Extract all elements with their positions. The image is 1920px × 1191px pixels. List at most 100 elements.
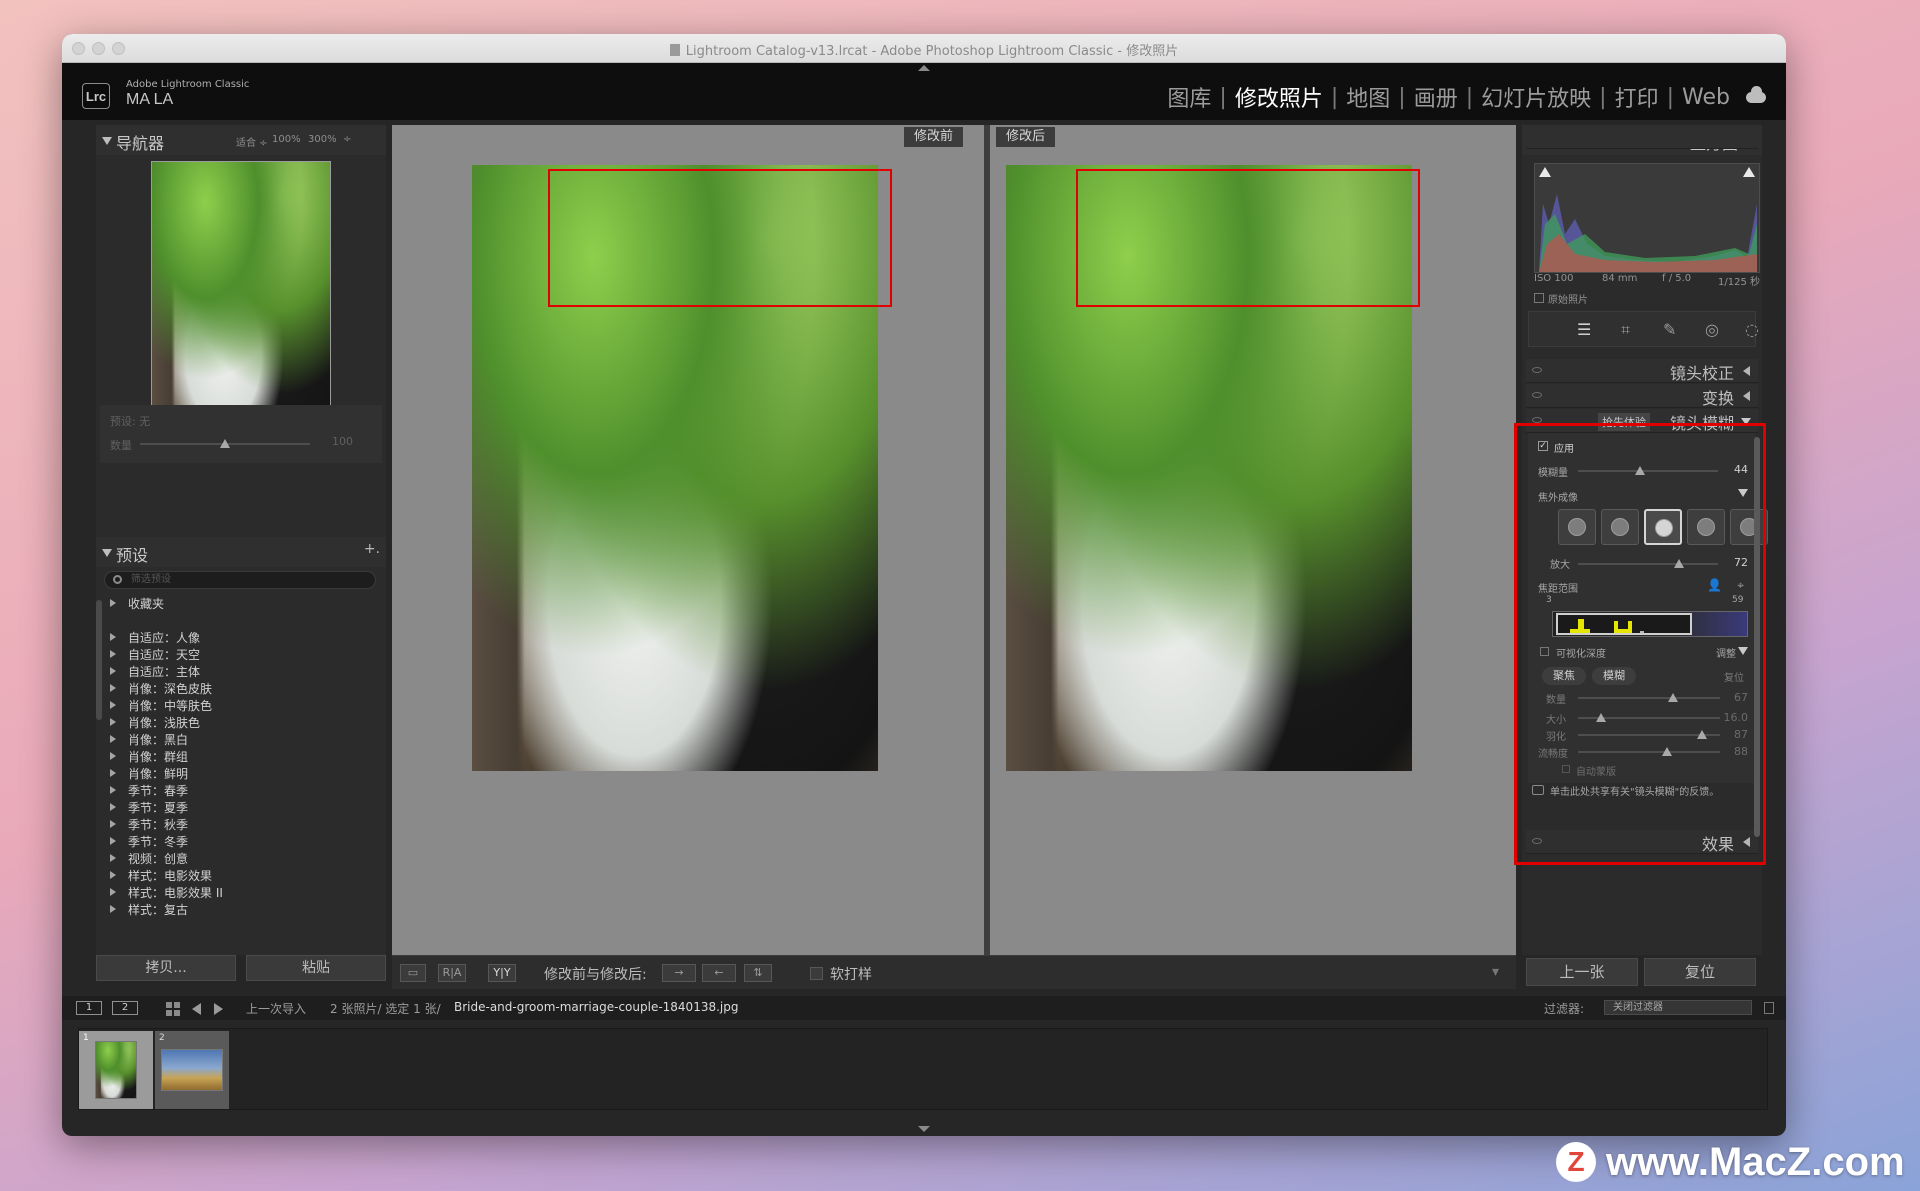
preset-folder[interactable]: 季节：冬季 (110, 833, 188, 851)
copy-before-to-after-button[interactable]: → (662, 964, 696, 982)
loupe-view-button[interactable]: ▭ (400, 964, 426, 982)
section-lens-correction[interactable]: 镜头校正 (1526, 359, 1758, 383)
eye-icon[interactable] (1532, 367, 1542, 373)
copy-button[interactable]: 拷贝... (96, 955, 236, 981)
expand-arrow-icon[interactable] (1743, 391, 1750, 401)
source-label[interactable]: 上一次导入 (246, 1000, 306, 1017)
main-window-button[interactable]: 1 (76, 1001, 102, 1015)
swap-button[interactable]: ⇅ (744, 964, 772, 982)
zoom-100[interactable]: 100% (272, 134, 301, 145)
module-6[interactable]: Web (1678, 85, 1734, 110)
filter-lock-icon[interactable] (1764, 1002, 1774, 1014)
before-after-ra-button[interactable]: R|A (438, 964, 466, 982)
preset-folder[interactable]: 肖像：群组 (110, 748, 188, 766)
zoom-fit[interactable]: 适合 ÷ (236, 134, 268, 149)
copy-after-to-before-button[interactable]: ← (702, 964, 736, 982)
after-photo[interactable] (1006, 165, 1420, 771)
module-4[interactable]: 幻灯片放映 (1477, 81, 1595, 113)
preset-folder[interactable]: 自适应：天空 (110, 646, 200, 664)
expand-triangle-icon[interactable] (110, 667, 116, 675)
file-name[interactable]: Bride-and-groom-marriage-couple-1840138.… (454, 1000, 738, 1014)
preset-folder[interactable]: 季节：夏季 (110, 799, 188, 817)
back-arrow-icon[interactable] (192, 1003, 201, 1015)
before-photo[interactable] (472, 165, 892, 771)
module-0[interactable]: 图库 (1163, 81, 1215, 113)
expand-triangle-icon[interactable] (110, 684, 116, 692)
expand-triangle-icon[interactable] (110, 633, 116, 641)
module-1[interactable]: 修改照片 (1231, 81, 1327, 113)
before-after-yy-button[interactable]: Y|Y (488, 964, 516, 982)
expand-triangle-icon[interactable] (110, 905, 116, 913)
reset-button[interactable]: 复位 (1644, 958, 1756, 986)
slider-knob[interactable] (220, 439, 230, 448)
preset-folder[interactable]: 肖像：浅肤色 (110, 714, 200, 732)
forward-arrow-icon[interactable] (214, 1003, 223, 1015)
filmstrip-cell[interactable]: 1 (79, 1031, 153, 1109)
preset-amount-slider[interactable] (140, 439, 310, 448)
preset-folder[interactable]: 自适应：人像 (110, 629, 200, 647)
secondary-window-button[interactable]: 2 (112, 1001, 138, 1015)
paste-button[interactable]: 粘贴 (246, 955, 386, 981)
navigator-header[interactable]: 导航器 适合 ÷ 100% 300% ÷ (96, 125, 386, 155)
top-panel-toggle-icon[interactable] (918, 65, 930, 71)
presets-header[interactable]: 预设 +. (96, 537, 386, 567)
bottom-panel-toggle-icon[interactable] (918, 1126, 930, 1132)
preset-folder[interactable]: 肖像：黑白 (110, 731, 188, 749)
expand-triangle-icon[interactable] (110, 820, 116, 828)
expand-triangle-icon[interactable] (110, 786, 116, 794)
preset-folder[interactable]: 收藏夹 (110, 595, 164, 613)
expand-triangle-icon[interactable] (110, 752, 116, 760)
masking-icon[interactable]: ◌ (1745, 320, 1759, 339)
softproof-checkbox[interactable] (810, 967, 823, 980)
preset-folder[interactable]: 样式：复古 (110, 901, 188, 919)
expand-triangle-icon[interactable] (110, 871, 116, 879)
module-2[interactable]: 地图 (1342, 81, 1394, 113)
preset-scrollbar[interactable] (96, 600, 102, 720)
expand-triangle-icon[interactable] (110, 837, 116, 845)
filmstrip-cell[interactable]: 2 (155, 1031, 229, 1109)
filter-select[interactable]: 关闭过滤器 (1604, 1000, 1752, 1015)
eye-icon[interactable] (1532, 392, 1542, 398)
expand-triangle-icon[interactable] (110, 650, 116, 658)
crop-icon[interactable]: ⌗ (1621, 320, 1630, 340)
collapse-triangle-icon[interactable] (102, 549, 112, 557)
zoom-300[interactable]: 300% (308, 134, 337, 145)
histogram[interactable] (1534, 163, 1760, 273)
preset-folder[interactable]: 季节：秋季 (110, 816, 188, 834)
grid-view-icon[interactable] (166, 1002, 180, 1016)
toolbar-menu-icon[interactable]: ▾ (1492, 964, 1499, 980)
expand-triangle-icon[interactable] (110, 718, 116, 726)
preset-folder[interactable]: 样式：电影效果 II (110, 884, 223, 902)
preset-folder[interactable]: 样式：电影效果 (110, 867, 212, 885)
zoom-menu-icon[interactable]: ÷ (343, 134, 351, 145)
filmstrip-thumbnail[interactable] (161, 1049, 223, 1091)
expand-triangle-icon[interactable] (110, 888, 116, 896)
cloud-sync-icon[interactable] (1746, 85, 1766, 103)
expand-triangle-icon[interactable] (110, 599, 116, 607)
preset-search-input[interactable]: 筛选预设 (104, 571, 376, 589)
preset-folder[interactable]: 视频：创意 (110, 850, 188, 868)
preset-folder[interactable]: 肖像：深色皮肤 (110, 680, 212, 698)
expand-triangle-icon[interactable] (110, 803, 116, 811)
red-eye-icon[interactable]: ◎ (1705, 320, 1719, 339)
expand-triangle-icon[interactable] (110, 701, 116, 709)
expand-triangle-icon[interactable] (110, 854, 116, 862)
expand-triangle-icon[interactable] (110, 735, 116, 743)
add-preset-button[interactable]: +. (364, 541, 380, 557)
healing-icon[interactable]: ✎ (1663, 320, 1676, 339)
edit-sliders-icon[interactable]: ☰ (1577, 320, 1591, 339)
navigator-preview[interactable] (151, 161, 331, 431)
expand-triangle-icon[interactable] (110, 769, 116, 777)
original-photo-checkbox[interactable] (1534, 293, 1544, 303)
histogram-header[interactable]: 直方图 (1522, 125, 1762, 155)
preset-folder[interactable]: 季节：春季 (110, 782, 188, 800)
preset-folder[interactable]: 肖像：鲜明 (110, 765, 188, 783)
previous-button[interactable]: 上一张 (1526, 958, 1638, 986)
module-3[interactable]: 画册 (1410, 81, 1462, 113)
preset-folder[interactable]: 自适应：主体 (110, 663, 200, 681)
preset-folder[interactable]: 肖像：中等肤色 (110, 697, 212, 715)
module-5[interactable]: 打印 (1611, 81, 1663, 113)
filmstrip-thumbnail[interactable] (95, 1041, 137, 1099)
collapse-triangle-icon[interactable] (102, 137, 112, 145)
expand-arrow-icon[interactable] (1743, 366, 1750, 376)
